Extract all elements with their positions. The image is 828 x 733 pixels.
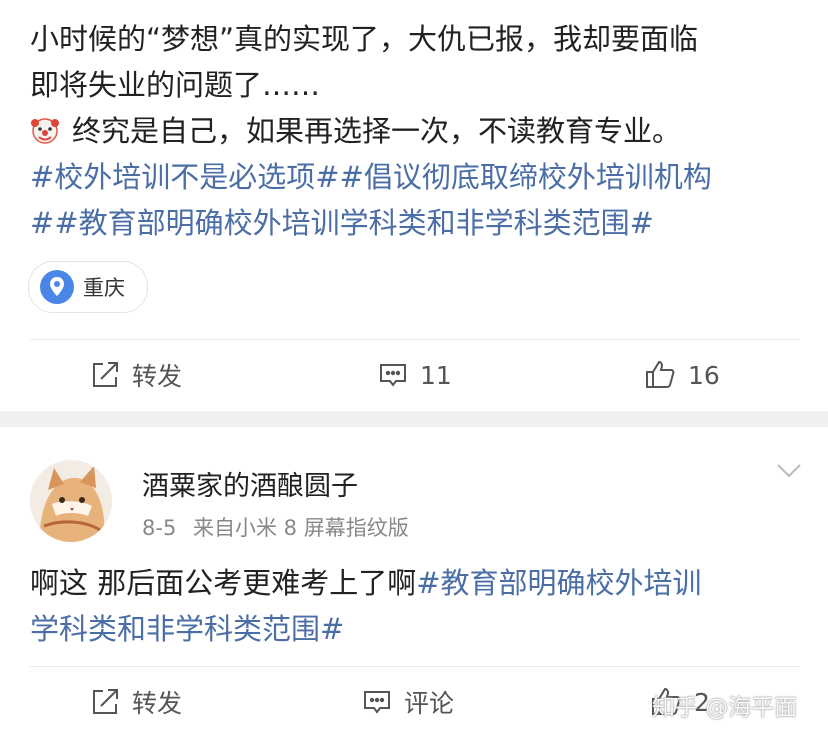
location-pin-icon xyxy=(40,270,74,304)
location-label: 重庆 xyxy=(83,276,125,300)
repost-icon xyxy=(93,689,118,714)
post-tags-line: ##教育部明确校外培训学科类和非学科类范围# xyxy=(30,200,805,246)
divider xyxy=(30,666,800,667)
post-line: 即将失业的问题了…… xyxy=(30,68,321,102)
hashtag-link[interactable]: #倡议彻底取缔校外培训机构 xyxy=(340,160,712,194)
comment-line: 学科类和非学科类范围# xyxy=(30,606,805,652)
comment-meta: 8-5 来自小米 8 屏幕指纹版 xyxy=(142,512,409,542)
watermark: 知乎 @海平面 xyxy=(652,695,798,721)
repost-button[interactable]: 转发 xyxy=(90,345,182,405)
comment-body: 啊这 那后面公考更难考上了啊#教育部明确校外培训 学科类和非学科类范围# xyxy=(30,560,805,652)
like-count: 16 xyxy=(688,360,720,390)
comment-text: 啊这 那后面公考更难考上了啊 xyxy=(30,566,417,600)
comment-label: 评论 xyxy=(404,689,455,718)
hashtag-link[interactable]: #教育部明确校外培训学科类和非学科类范围# xyxy=(54,206,654,240)
post-tags-line: #校外培训不是必选项##倡议彻底取缔校外培训机构 xyxy=(30,154,805,200)
hashtag-link[interactable]: #校外培训不是必选项# xyxy=(30,160,340,194)
repost-label: 转发 xyxy=(132,689,183,718)
hashtag-link[interactable]: 学科类和非学科类范围# xyxy=(30,612,344,646)
post-line: 小时候的“梦想”真的实现了，大仇已报，我却要面临 xyxy=(30,22,699,56)
comment-count: 11 xyxy=(420,360,452,390)
post-line-text: 终究是自己，如果再选择一次，不读教育专业。 xyxy=(72,114,682,148)
post-body: 小时候的“梦想”真的实现了，大仇已报，我却要面临 即将失业的问题了…… 终究是自… xyxy=(30,16,805,246)
section-separator xyxy=(0,411,828,427)
chevron-down-icon[interactable] xyxy=(776,462,802,480)
divider xyxy=(30,339,800,340)
hashtag-link[interactable]: #教育部明确校外培训 xyxy=(416,566,701,600)
clown-face-icon xyxy=(31,118,59,144)
comment-reply-button[interactable]: 评论 xyxy=(362,672,454,732)
comment-icon xyxy=(380,364,406,387)
comment-repost-button[interactable]: 转发 xyxy=(90,672,182,732)
comment-username[interactable]: 酒粟家的酒酿圆子 xyxy=(142,464,358,503)
location-chip[interactable]: 重庆 xyxy=(28,261,148,313)
hashtag-link[interactable]: # xyxy=(30,206,54,240)
post-action-bar: 转发 11 16 xyxy=(0,345,828,405)
comment-date: 8-5 xyxy=(142,516,177,540)
repost-label: 转发 xyxy=(132,362,183,391)
comment-icon xyxy=(364,691,390,714)
post-line: 终究是自己，如果再选择一次，不读教育专业。 xyxy=(30,108,805,154)
comment-line: 啊这 那后面公考更难考上了啊#教育部明确校外培训 xyxy=(30,560,805,606)
comment-source: 来自小米 8 屏幕指纹版 xyxy=(193,516,409,540)
comment-button[interactable]: 11 xyxy=(378,345,452,405)
thumbs-up-icon xyxy=(646,360,675,388)
avatar[interactable] xyxy=(30,460,112,542)
like-button[interactable]: 16 xyxy=(644,345,720,405)
avatar-image xyxy=(30,460,112,542)
repost-icon xyxy=(93,362,118,387)
